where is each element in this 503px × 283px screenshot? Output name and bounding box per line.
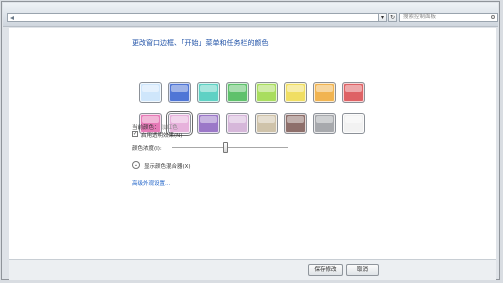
color-swatch-frost[interactable] (342, 113, 365, 134)
color-swatch-sky[interactable] (139, 82, 162, 103)
address-dropdown-button[interactable]: ▾ (378, 13, 387, 22)
intensity-slider-track[interactable] (172, 147, 288, 148)
advanced-appearance-link[interactable]: 高级外观设置... (132, 179, 170, 187)
search-icon (491, 15, 495, 19)
window-frame: ▾ ↻ 搜索控制面板 更改窗口边框、「开始」菜单和任务栏的颜色 当前颜色： 淡红… (1, 1, 500, 280)
search-placeholder: 搜索控制面板 (403, 14, 437, 20)
refresh-button[interactable]: ↻ (388, 13, 397, 22)
color-swatch-lemon[interactable] (284, 82, 307, 103)
color-swatch-slate[interactable] (313, 113, 336, 134)
back-arrow-icon[interactable] (10, 16, 14, 20)
color-mixer-label: 显示颜色混合器(X) (144, 164, 191, 170)
page-title: 更改窗口边框、「开始」菜单和任务栏的颜色 (132, 39, 269, 47)
color-swatch-ruby[interactable] (342, 82, 365, 103)
color-swatch-sea[interactable] (197, 82, 220, 103)
transparency-label: 启用透明效果(N) (141, 133, 183, 139)
color-swatch-violet[interactable] (197, 113, 220, 134)
color-swatch-pumpkin[interactable] (313, 82, 336, 103)
intensity-slider-thumb[interactable] (223, 142, 228, 153)
color-swatch-chocolate[interactable] (284, 113, 307, 134)
intensity-label: 颜色浓度(I): (132, 146, 162, 152)
color-swatch-twilight[interactable] (168, 82, 191, 103)
search-input[interactable]: 搜索控制面板 (399, 13, 498, 22)
refresh-icon: ↻ (389, 14, 396, 21)
footer-bar (9, 259, 496, 280)
cancel-button[interactable]: 取消 (346, 264, 379, 276)
color-swatch-lavender[interactable] (226, 113, 249, 134)
main-content: 更改窗口边框、「开始」菜单和任务栏的颜色 当前颜色： 淡红色 ✓ 启用透明效果(… (9, 28, 496, 259)
chevron-down-icon: ⌄ (133, 162, 139, 168)
color-mixer-expander[interactable]: ⌄ (132, 161, 140, 169)
address-bar[interactable] (7, 13, 387, 22)
color-swatch-taupe[interactable] (255, 113, 278, 134)
current-color-row: 当前颜色： 淡红色 (132, 123, 178, 131)
color-swatch-leaf[interactable] (226, 82, 249, 103)
transparency-checkbox[interactable]: ✓ (132, 131, 138, 137)
navigation-bar: ▾ ↻ 搜索控制面板 (3, 3, 498, 27)
save-changes-button[interactable]: 保存修改 (308, 264, 343, 276)
chevron-down-icon: ▾ (380, 14, 384, 21)
color-swatch-lime[interactable] (255, 82, 278, 103)
